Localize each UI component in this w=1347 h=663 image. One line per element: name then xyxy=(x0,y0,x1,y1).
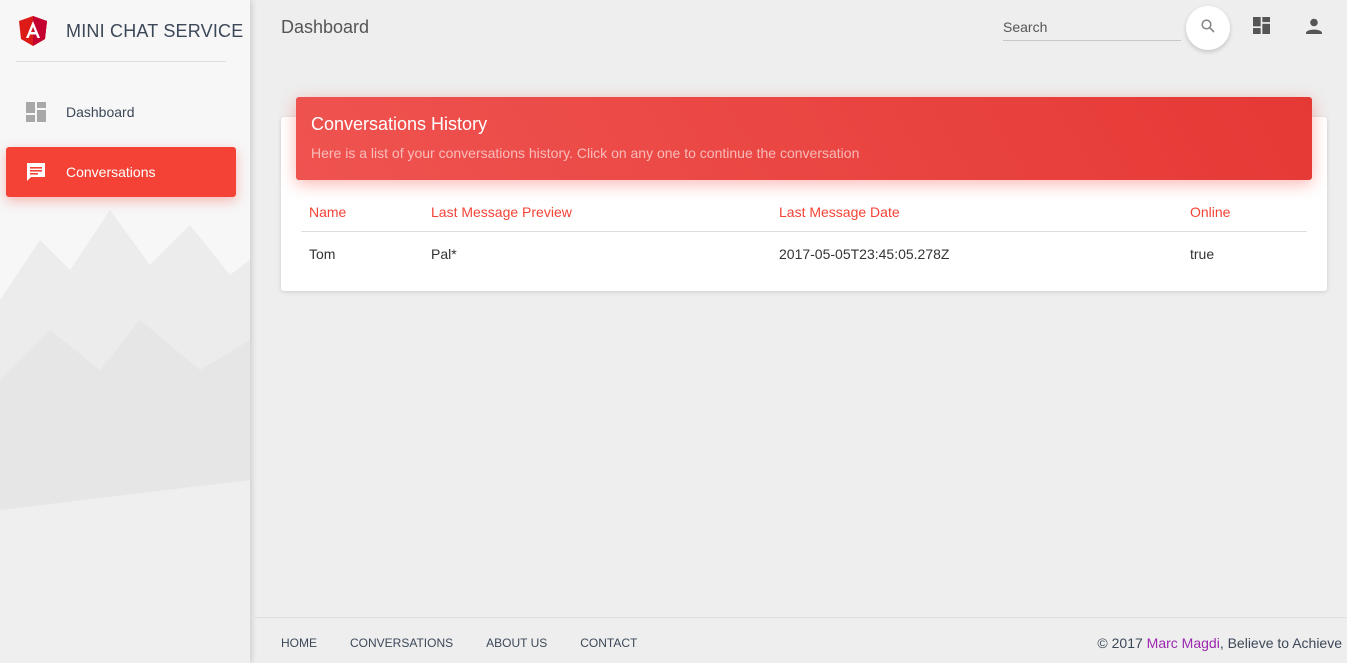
column-header-last-message-preview: Last Message Preview xyxy=(423,204,771,232)
column-header-last-message-date: Last Message Date xyxy=(771,204,1182,232)
sidebar-item-label: Conversations xyxy=(66,164,156,180)
cell-online: true xyxy=(1190,245,1215,262)
brand-name: MINI CHAT SERVICE xyxy=(66,20,244,41)
copyright: © 2017 Marc Magdi, Believe to Achieve xyxy=(1097,635,1342,651)
dashboard-icon xyxy=(1252,17,1270,39)
footer-link-contact[interactable]: CONTACT xyxy=(580,636,637,650)
sidebar: MINI CHAT SERVICE Dashboard Conversation… xyxy=(0,0,250,663)
sidebar-item-dashboard[interactable]: Dashboard xyxy=(6,87,236,137)
card-title: Conversations History xyxy=(311,114,488,134)
sidebar-item-label: Dashboard xyxy=(66,104,135,120)
sidebar-item-conversations[interactable]: Conversations xyxy=(6,147,236,197)
angular-logo-icon xyxy=(19,16,47,46)
author-link[interactable]: Marc Magdi xyxy=(1147,635,1220,651)
cell-last-message-preview: Pal* xyxy=(431,245,457,262)
conversations-table: Name Last Message Preview Last Message D… xyxy=(301,204,1307,276)
page-title: Dashboard xyxy=(281,17,370,37)
cell-last-message-date: 2017-05-05T23:45:05.278Z xyxy=(779,245,950,262)
search-icon xyxy=(1201,18,1215,38)
footer: HOME CONVERSATIONS ABOUT US CONTACT © 20… xyxy=(250,617,1347,663)
footer-link-conversations[interactable]: CONVERSATIONS xyxy=(350,636,453,650)
copyright-suffix: , Believe to Achieve xyxy=(1219,635,1342,651)
chat-icon xyxy=(25,161,47,183)
profile-button[interactable] xyxy=(1303,17,1325,39)
cell-name: Tom xyxy=(309,245,336,262)
column-header-online: Online xyxy=(1182,204,1307,232)
card-subtitle: Here is a list of your conversations his… xyxy=(311,145,860,161)
brand[interactable]: MINI CHAT SERVICE xyxy=(0,0,250,62)
table-row[interactable]: Tom Pal* 2017-05-05T23:45:05.278Z true xyxy=(301,231,1307,276)
dashboard-button[interactable] xyxy=(1250,17,1272,39)
sidebar-background-image xyxy=(0,210,250,663)
person-icon xyxy=(1306,18,1322,39)
footer-nav: HOME CONVERSATIONS ABOUT US CONTACT xyxy=(281,636,670,650)
footer-link-home[interactable]: HOME xyxy=(281,636,317,650)
search-input[interactable] xyxy=(1003,14,1181,40)
copyright-prefix: © 2017 xyxy=(1097,635,1147,651)
card-header: Conversations History Here is a list of … xyxy=(296,97,1312,180)
topbar: Dashboard xyxy=(250,0,1347,60)
column-header-name: Name xyxy=(301,204,423,232)
search-button[interactable] xyxy=(1186,6,1230,50)
table-header-row: Name Last Message Preview Last Message D… xyxy=(301,204,1307,232)
dashboard-icon xyxy=(25,101,47,123)
search-field xyxy=(1003,14,1181,41)
footer-link-about-us[interactable]: ABOUT US xyxy=(486,636,547,650)
sidebar-nav: Dashboard Conversations xyxy=(0,87,250,197)
brand-divider xyxy=(16,61,226,62)
